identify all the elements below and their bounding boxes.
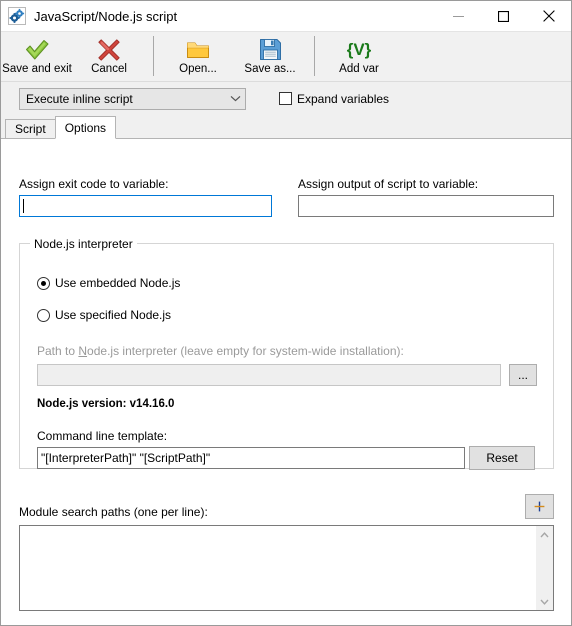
exit-code-label: Assign exit code to variable: [19, 177, 169, 191]
plus-icon [534, 501, 545, 512]
radio-specified-label: Use specified Node.js [55, 308, 172, 322]
node-interpreter-group: Node.js interpreter Use embedded Node.js… [19, 237, 554, 470]
open-label: Open... [179, 63, 217, 75]
green-check-icon [24, 37, 50, 62]
window-controls [436, 1, 571, 31]
red-x-icon [97, 37, 121, 62]
maximize-button[interactable] [481, 1, 526, 31]
save-and-exit-label: Save and exit [2, 63, 72, 75]
module-search-paths-area[interactable] [19, 525, 554, 611]
radio-use-specified-node[interactable]: Use specified Node.js [37, 308, 171, 322]
cancel-label: Cancel [91, 63, 127, 75]
script-editor-window: JavaScript/Node.js script Save and exit … [0, 0, 572, 626]
checkbox-box [279, 92, 292, 105]
interpreter-path-input[interactable] [37, 364, 501, 386]
braces-v-icon: {V} [347, 37, 372, 62]
output-variable-label: Assign output of script to variable: [298, 177, 479, 191]
node-version-text: Node.js version: v14.16.0 [37, 398, 175, 410]
open-button[interactable]: Open... [162, 34, 234, 80]
scroll-up-icon[interactable] [536, 526, 553, 543]
node-interpreter-group-title: Node.js interpreter [30, 237, 137, 251]
expand-variables-label: Expand variables [297, 91, 390, 106]
module-search-paths-text[interactable] [20, 526, 536, 610]
browse-interpreter-button[interactable]: ... [509, 364, 537, 386]
radio-embedded-indicator [37, 276, 50, 290]
scroll-down-icon[interactable] [536, 593, 553, 610]
add-var-button[interactable]: {V} Add var [323, 34, 395, 80]
interpreter-path-label: Path to Node.js interpreter (leave empty… [37, 344, 404, 358]
tab-strip: Script Options [1, 115, 571, 139]
command-line-template-label: Command line template: [37, 429, 168, 443]
chevron-down-icon [225, 95, 245, 102]
save-and-exit-button[interactable]: Save and exit [1, 34, 73, 80]
script-mode-select[interactable]: Execute inline script [19, 87, 246, 110]
minimize-icon [453, 15, 464, 17]
close-button[interactable] [526, 1, 571, 31]
command-line-template-input[interactable] [37, 447, 465, 469]
expand-variables-checkbox[interactable]: Expand variables [279, 92, 389, 106]
tab-script[interactable]: Script [5, 119, 56, 139]
tab-script-label: Script [15, 122, 46, 136]
tab-options[interactable]: Options [54, 116, 117, 139]
tab-options-label: Options [64, 120, 107, 135]
add-var-label: Add var [339, 63, 379, 75]
toolbar-separator-1 [153, 36, 154, 76]
mode-row: Execute inline script Expand variables [1, 82, 571, 115]
options-panel: Assign exit code to variable: Assign out… [1, 139, 571, 625]
close-icon [542, 10, 555, 22]
minimize-button[interactable] [436, 1, 481, 31]
save-as-label: Save as... [244, 63, 296, 75]
title-bar: JavaScript/Node.js script [1, 1, 571, 32]
toolbar-separator-2 [314, 36, 315, 76]
cancel-button[interactable]: Cancel [73, 34, 145, 80]
radio-specified-indicator [37, 308, 50, 322]
gears-icon [8, 7, 26, 25]
output-variable-input[interactable] [298, 195, 554, 217]
floppy-disk-icon [259, 37, 282, 62]
save-as-button[interactable]: Save as... [234, 34, 306, 80]
toolbar: Save and exit Cancel Open... Save as... … [1, 32, 571, 82]
braces-v-glyph: {V} [346, 40, 372, 59]
window-title: JavaScript/Node.js script [34, 8, 178, 24]
module-paths-scrollbar[interactable] [536, 526, 553, 610]
module-search-paths-label: Module search paths (one per line): [19, 505, 208, 519]
script-mode-value: Execute inline script [26, 91, 133, 106]
interpreter-path-accel-key: N [78, 344, 88, 358]
text-caret [23, 199, 24, 213]
exit-code-input[interactable] [19, 195, 272, 217]
radio-use-embedded-node[interactable]: Use embedded Node.js [37, 276, 180, 290]
add-module-path-button[interactable] [525, 494, 554, 519]
radio-embedded-label: Use embedded Node.js [55, 276, 181, 290]
folder-icon [186, 37, 210, 62]
maximize-icon [498, 10, 509, 22]
reset-command-line-button[interactable]: Reset [469, 446, 535, 470]
